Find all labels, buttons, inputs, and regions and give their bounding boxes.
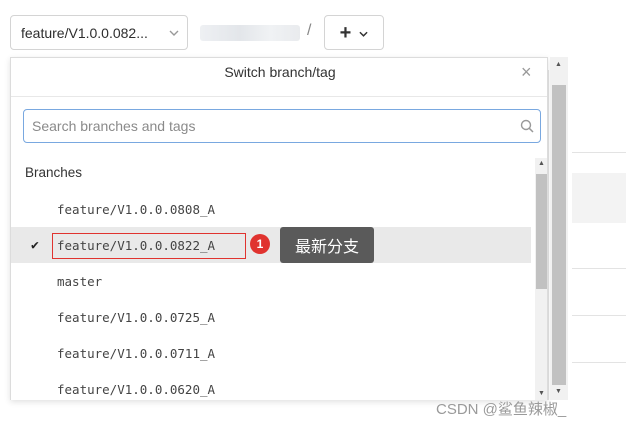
chevron-down-icon	[359, 24, 368, 42]
scroll-down-icon[interactable]: ▼	[538, 390, 545, 397]
search-icon	[514, 119, 540, 133]
branch-item[interactable]: feature/V1.0.0.0808_A	[11, 191, 531, 227]
branch-item-label: feature/V1.0.0.0620_A	[57, 381, 216, 397]
background-divider	[572, 315, 626, 316]
annotation-badge: 1	[250, 234, 270, 254]
branch-dropdown: Switch branch/tag × Search branches and …	[10, 57, 548, 400]
search-input[interactable]: Search branches and tags	[32, 118, 514, 134]
background-divider	[572, 362, 626, 363]
check-icon: ✔	[31, 237, 39, 253]
dropdown-title: Switch branch/tag	[224, 64, 336, 80]
branch-item-label: master	[57, 273, 103, 289]
branch-item-label: feature/V1.0.0.0711_A	[57, 345, 216, 361]
branch-item[interactable]: feature/V1.0.0.0620_A	[11, 371, 531, 400]
repository-name[interactable]	[200, 25, 300, 41]
background-divider	[572, 268, 626, 269]
branch-item-selected[interactable]: ✔ feature/V1.0.0.0822_A	[11, 227, 531, 263]
branch-item[interactable]: feature/V1.0.0.0711_A	[11, 335, 531, 371]
background-row	[572, 173, 626, 223]
branch-selector-label: feature/V1.0.0.082...	[21, 24, 148, 41]
dropdown-scrollbar-thumb[interactable]	[552, 85, 566, 385]
watermark: CSDN @鲨鱼辣椒_	[436, 401, 567, 418]
branches-section-label: Branches	[25, 165, 83, 180]
background-divider	[572, 152, 626, 153]
plus-icon: +	[339, 21, 352, 44]
scroll-down-icon[interactable]: ▼	[555, 388, 562, 395]
annotation-tooltip: 最新分支	[280, 227, 374, 263]
branch-item[interactable]: feature/V1.0.0.0725_A	[11, 299, 531, 335]
path-separator: /	[307, 22, 312, 39]
add-button[interactable]: +	[324, 15, 384, 50]
search-field[interactable]: Search branches and tags	[23, 109, 541, 143]
list-scrollbar-thumb[interactable]	[536, 174, 547, 289]
branch-item[interactable]: master	[11, 263, 531, 299]
branch-item-label: feature/V1.0.0.0725_A	[57, 309, 216, 325]
branch-item-label: feature/V1.0.0.0808_A	[57, 201, 216, 217]
scroll-up-icon[interactable]: ▲	[538, 160, 545, 167]
branch-item-label: feature/V1.0.0.0822_A	[57, 237, 216, 253]
close-icon[interactable]: ×	[521, 62, 532, 83]
dropdown-divider	[11, 96, 547, 97]
scroll-up-icon[interactable]: ▲	[555, 61, 562, 68]
branch-selector-button[interactable]: feature/V1.0.0.082...	[10, 15, 188, 50]
chevron-down-icon	[169, 27, 179, 39]
